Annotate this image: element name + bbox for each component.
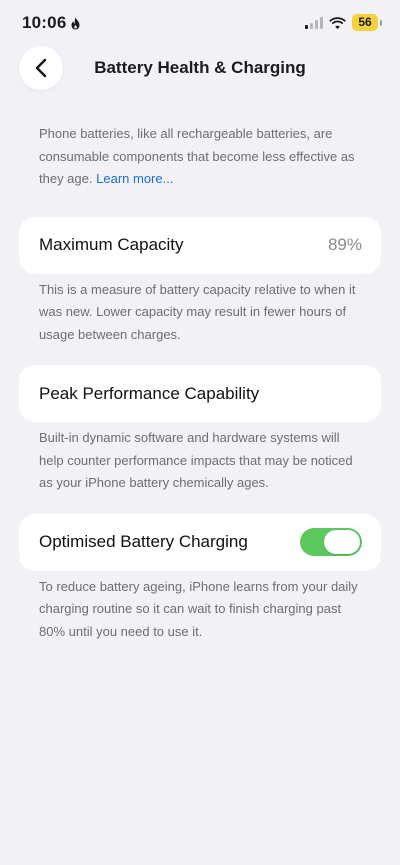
status-time: 10:06 bbox=[22, 13, 81, 33]
battery-level: 56 bbox=[352, 14, 378, 31]
maximum-capacity-row: Maximum Capacity 89% bbox=[19, 216, 381, 274]
maximum-capacity-value: 89% bbox=[327, 235, 362, 254]
maximum-capacity-footer: This is a measure of battery capacity re… bbox=[39, 281, 356, 342]
optimised-charging-row: Optimised Battery Charging bbox=[19, 513, 381, 571]
cellular-signal-icon bbox=[305, 16, 323, 29]
page-title: Battery Health & Charging bbox=[94, 58, 306, 77]
maximum-capacity-label: Maximum Capacity bbox=[39, 235, 184, 254]
clock-label: 10:06 bbox=[22, 13, 67, 32]
settings-content: Phone batteries, like all rechargeable b… bbox=[0, 123, 400, 643]
optimised-charging-toggle[interactable] bbox=[300, 528, 362, 556]
battery-tip bbox=[380, 19, 382, 26]
intro-description: Phone batteries, like all rechargeable b… bbox=[39, 126, 355, 186]
optimised-charging-label: Optimised Battery Charging bbox=[39, 532, 248, 551]
toggle-knob bbox=[324, 530, 360, 554]
peak-performance-label: Peak Performance Capability bbox=[39, 383, 260, 403]
peak-performance-footer: Built-in dynamic software and hardware s… bbox=[39, 430, 353, 490]
learn-more-link[interactable]: Learn more... bbox=[96, 171, 173, 186]
peak-performance-row[interactable]: Peak Performance Capability bbox=[19, 365, 381, 422]
status-bar: 10:06 56 bbox=[0, 0, 400, 46]
wifi-icon bbox=[329, 16, 346, 29]
status-indicators: 56 bbox=[305, 14, 382, 31]
optimised-charging-footer: To reduce battery ageing, iPhone learns … bbox=[39, 578, 358, 639]
intro-text: Phone batteries, like all rechargeable b… bbox=[0, 123, 400, 191]
flame-icon bbox=[71, 17, 80, 29]
battery-indicator: 56 bbox=[352, 14, 382, 31]
